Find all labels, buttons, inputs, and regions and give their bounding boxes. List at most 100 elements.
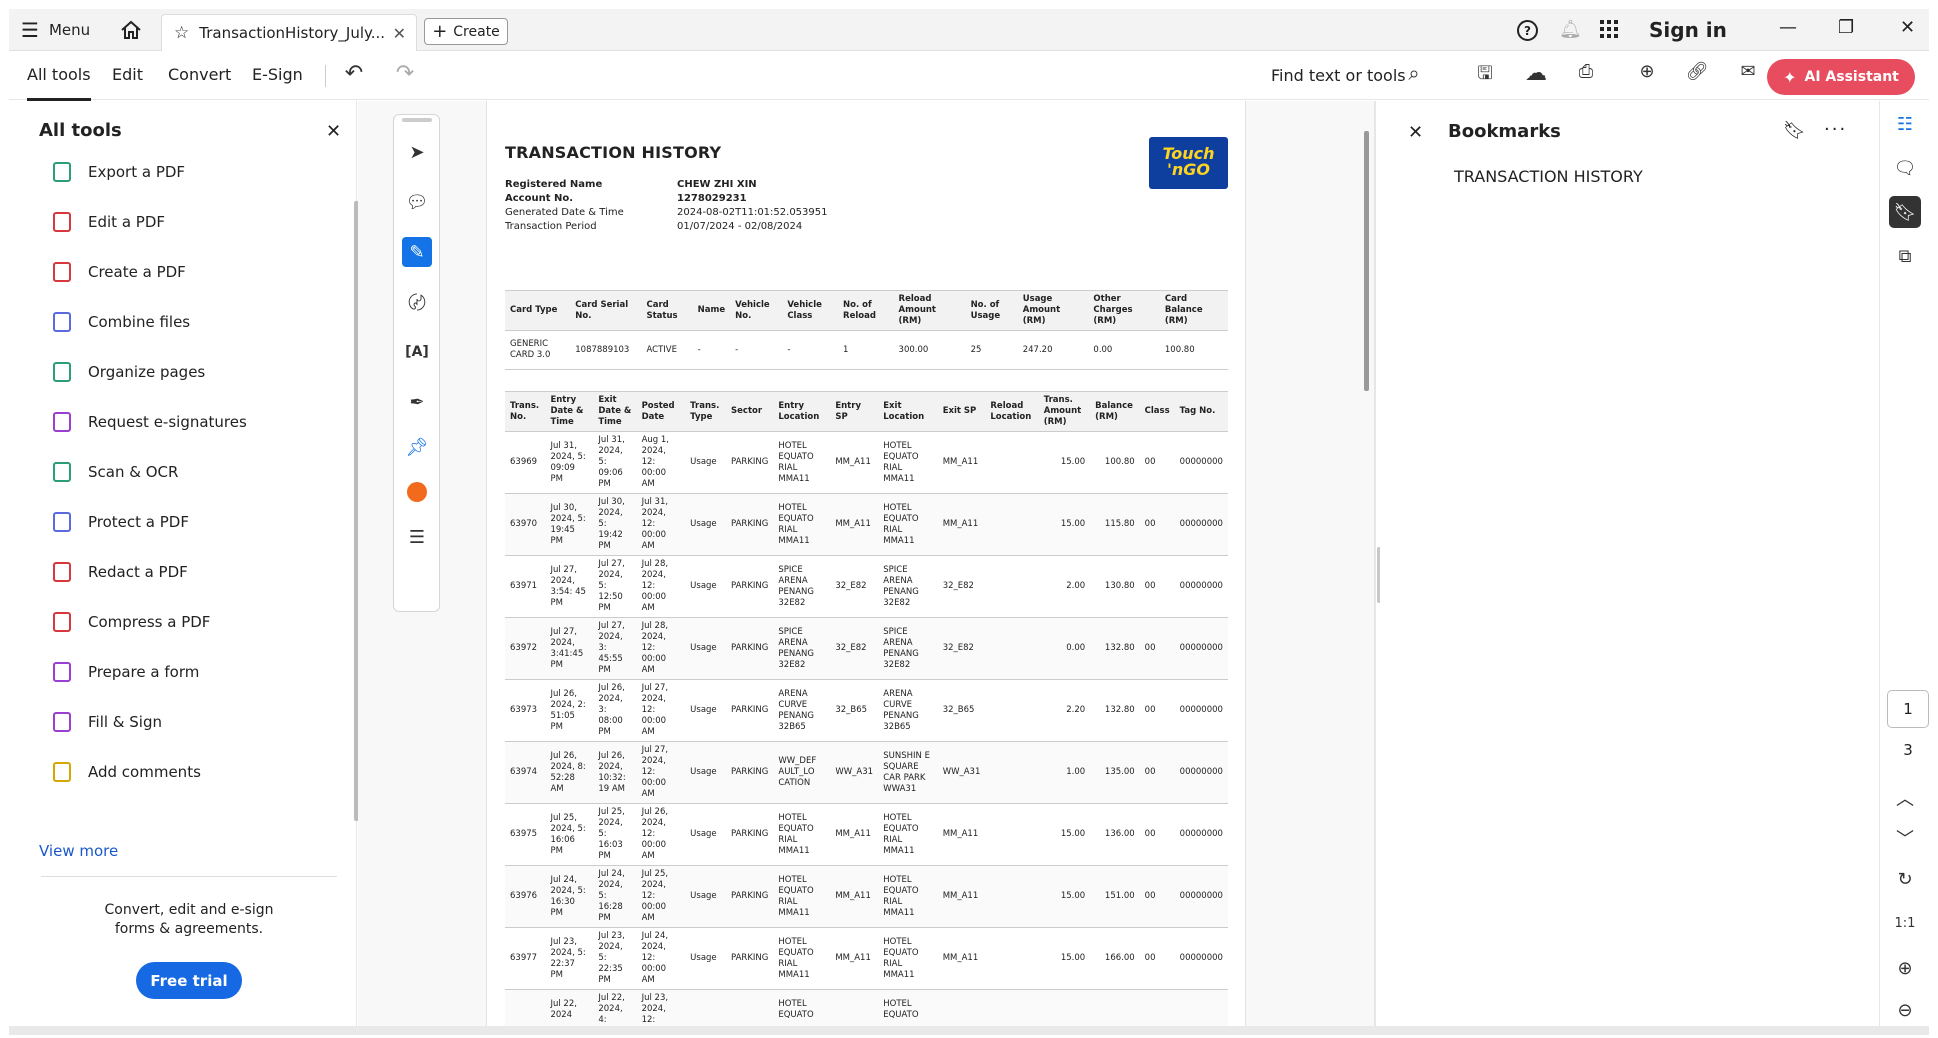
tab-e-sign[interactable]: E-Sign bbox=[252, 65, 303, 84]
ai-summary-icon[interactable]: ☷ bbox=[1889, 108, 1921, 140]
tool-item[interactable]: Add comments bbox=[50, 759, 201, 785]
document-scrollbar[interactable] bbox=[1364, 131, 1369, 391]
page-number-input[interactable]: 1 bbox=[1887, 690, 1929, 728]
notification-bell-icon[interactable]: 🔔︎ bbox=[1559, 19, 1582, 40]
table-cell: HOTEL EQUATO RIAL MMA11 bbox=[878, 803, 938, 866]
search-icon[interactable]: ⌕ bbox=[1400, 61, 1428, 85]
close-bookmarks-icon[interactable]: ✕ bbox=[1408, 122, 1423, 143]
pin-icon[interactable]: 📌︎ bbox=[402, 432, 432, 462]
rotate-icon[interactable]: ↻ bbox=[1889, 863, 1921, 895]
table-cell: SPICE ARENA PENANG 32E82 bbox=[878, 617, 938, 680]
tool-item-label: Organize pages bbox=[88, 363, 206, 381]
card-header-cell: Vehicle Class bbox=[782, 290, 839, 331]
tool-item[interactable]: Prepare a form bbox=[50, 659, 199, 685]
free-trial-button[interactable]: Free trial bbox=[136, 962, 242, 999]
tool-item[interactable]: Edit a PDF bbox=[50, 209, 165, 235]
tab-convert[interactable]: Convert bbox=[168, 65, 231, 84]
save-icon[interactable]: 🖫 bbox=[1471, 61, 1499, 91]
card-header-cell: Card Status bbox=[641, 290, 693, 331]
view-more-link[interactable]: View more bbox=[39, 842, 118, 860]
table-cell: MM_A11 bbox=[830, 493, 879, 556]
menu-button[interactable]: ☰ Menu bbox=[21, 17, 90, 43]
pages-icon[interactable]: ⧉ bbox=[1889, 240, 1921, 272]
card-summary-table: Card Type Card Serial No. Card Status Name V… bbox=[505, 290, 1228, 370]
acrobat-window: ☰ Menu ☆ TransactionHistory_July... ✕ + … bbox=[9, 9, 1929, 1035]
combine-files-icon bbox=[53, 312, 71, 332]
close-window-icon[interactable]: ✕ bbox=[1900, 17, 1915, 38]
text-box-icon[interactable]: [A] bbox=[402, 337, 432, 367]
tool-item[interactable]: Combine files bbox=[50, 309, 190, 335]
table-cell: Jul 26, 2024, 3: 08:00 PM bbox=[593, 679, 637, 742]
chevron-down-icon[interactable]: ﹀ bbox=[1889, 822, 1921, 854]
undo-icon[interactable]: ↶ bbox=[340, 61, 368, 86]
meta-value: 2024-08-02T11:01:52.053951 bbox=[677, 207, 828, 218]
table-cell: Jul 24, 2024, 5: 16:30 PM bbox=[545, 865, 594, 928]
compress-pdf-icon bbox=[53, 612, 71, 632]
table-cell: HOTEL EQUATO RIAL MMA11 bbox=[878, 431, 938, 494]
zoom-out-icon[interactable]: ⊖ bbox=[1889, 994, 1921, 1026]
tool-item[interactable]: Export a PDF bbox=[50, 159, 185, 185]
transaction-header-cell: Trans. No. bbox=[505, 391, 546, 432]
tool-item[interactable]: Compress a PDF bbox=[50, 609, 210, 635]
apps-grid-icon[interactable] bbox=[1600, 20, 1618, 38]
more-options-icon[interactable]: ··· bbox=[1824, 119, 1847, 140]
add-bookmark-icon[interactable]: 🔖︎ bbox=[1783, 120, 1806, 141]
tool-item[interactable]: Protect a PDF bbox=[50, 509, 189, 535]
table-cell bbox=[985, 741, 1039, 804]
restore-icon[interactable]: ❐ bbox=[1838, 17, 1854, 38]
tool-item-label: Request e-signatures bbox=[88, 413, 247, 431]
tab-edit[interactable]: Edit bbox=[112, 65, 143, 84]
chevron-up-icon[interactable]: ︿ bbox=[1889, 782, 1921, 814]
add-comment-icon[interactable]: 💬︎ bbox=[402, 187, 432, 217]
email-icon[interactable]: ✉ bbox=[1734, 61, 1762, 82]
tab-all-tools[interactable]: All tools bbox=[27, 65, 91, 101]
card-header-cell: No. of Reload bbox=[838, 290, 894, 331]
star-icon[interactable]: ☆ bbox=[174, 23, 189, 43]
drag-handle[interactable] bbox=[402, 118, 432, 122]
draw-freeform-icon[interactable]: 〄 bbox=[402, 287, 432, 317]
line-weight-icon[interactable]: ☰ bbox=[402, 522, 432, 552]
help-icon[interactable]: ? bbox=[1517, 20, 1538, 41]
fit-page-icon[interactable]: 1:1 bbox=[1889, 907, 1921, 939]
bookmarks-icon[interactable]: 🔖︎ bbox=[1889, 196, 1921, 228]
table-cell: HOTEL EQUATO RIAL MMA11 bbox=[878, 927, 938, 990]
transaction-header-cell: Exit SP bbox=[937, 391, 986, 432]
find-text-label[interactable]: Find text or tools bbox=[1271, 66, 1406, 85]
table-cell: Jul 25, 2024, 12: 00:00 AM bbox=[636, 865, 686, 928]
close-tab-icon[interactable]: ✕ bbox=[393, 24, 406, 43]
document-tab[interactable]: ☆ TransactionHistory_July... ✕ bbox=[161, 14, 417, 51]
table-cell: SUNSHIN E SQUARE CAR PARK WWA31 bbox=[878, 741, 938, 804]
ai-assistant-button[interactable]: ✦ AI Assistant bbox=[1767, 59, 1915, 95]
sign-pen-icon[interactable]: ✒ bbox=[402, 387, 432, 417]
home-button[interactable] bbox=[118, 18, 144, 42]
table-cell: 135.00 bbox=[1090, 741, 1140, 804]
tool-item[interactable]: Request e-signatures bbox=[50, 409, 247, 435]
redo-icon[interactable]: ↷ bbox=[391, 61, 419, 86]
table-cell: 00000000 bbox=[1174, 927, 1228, 990]
close-panel-icon[interactable]: ✕ bbox=[326, 121, 341, 142]
tool-item[interactable]: Fill & Sign bbox=[50, 709, 162, 735]
sign-in-button[interactable]: Sign in bbox=[1649, 18, 1727, 42]
create-button[interactable]: + Create bbox=[424, 18, 508, 45]
comments-icon[interactable]: 🗨︎ bbox=[1889, 152, 1921, 184]
print-icon[interactable]: ⎙ bbox=[1572, 61, 1600, 82]
bookmark-item[interactable]: TRANSACTION HISTORY bbox=[1454, 167, 1643, 186]
tool-item[interactable]: Organize pages bbox=[50, 359, 205, 385]
link-icon[interactable]: 🔗︎ bbox=[1683, 61, 1711, 82]
color-picker[interactable] bbox=[402, 477, 432, 507]
table-row: 63972 Jul 27, 2024, 3:41:45 PM Jul 27, 202… bbox=[505, 617, 1228, 680]
tool-item[interactable]: Scan & OCR bbox=[50, 459, 178, 485]
minimize-icon[interactable]: — bbox=[1779, 17, 1797, 38]
card-header-cell: Reload Amount (RM) bbox=[893, 290, 966, 331]
request-signatures-icon bbox=[53, 412, 71, 432]
highlight-pen-icon[interactable]: ✎ bbox=[402, 237, 432, 267]
zoom-in-icon[interactable]: ⊕ bbox=[1889, 952, 1921, 984]
card-cell: GENERIC CARD 3.0 bbox=[505, 330, 571, 370]
share-user-icon[interactable]: ⊕ bbox=[1633, 61, 1661, 82]
tool-item[interactable]: Redact a PDF bbox=[50, 559, 188, 585]
tool-item[interactable]: Create a PDF bbox=[50, 259, 186, 285]
table-cell: WW_DEF AULT_LO CATION bbox=[773, 741, 831, 804]
select-cursor-icon[interactable]: ➤ bbox=[402, 137, 432, 167]
cloud-upload-icon[interactable]: ☁ bbox=[1522, 61, 1550, 86]
table-row: 63976 Jul 24, 2024, 5: 16:30 PM Jul 24, 20… bbox=[505, 865, 1228, 928]
